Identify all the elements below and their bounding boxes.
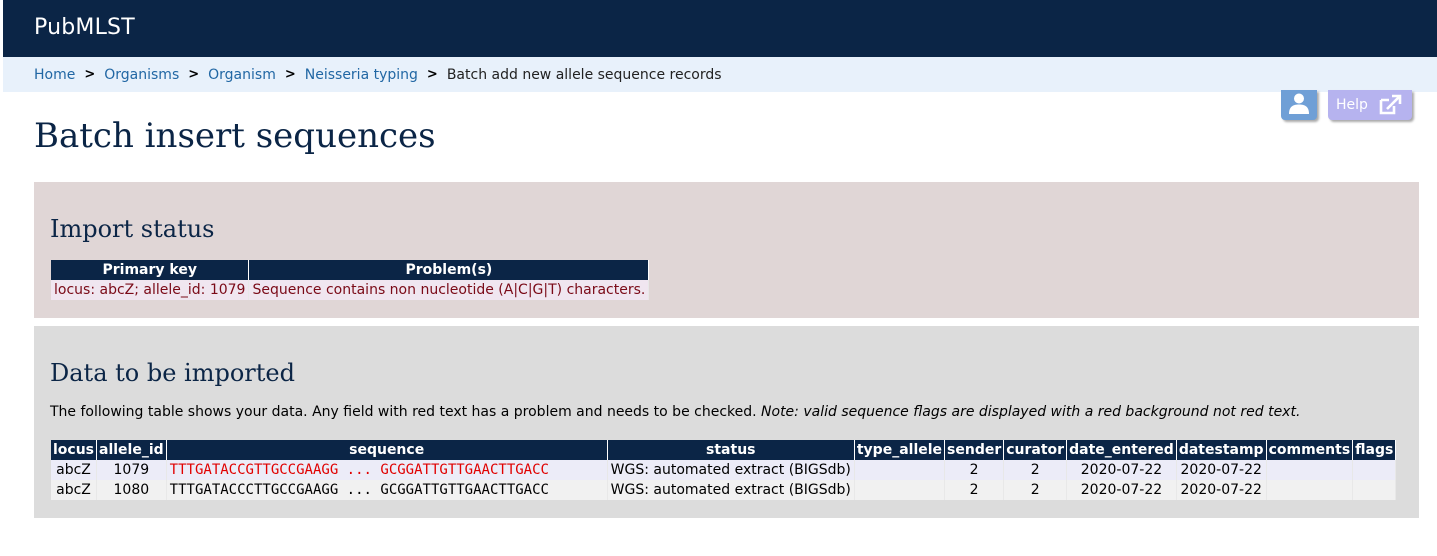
type-allele-cell [854, 460, 946, 480]
column-header-sender: sender [944, 440, 1005, 460]
allele-id-cell: 1079 [96, 460, 167, 480]
flags-cell [1352, 460, 1397, 480]
column-header-curator: curator [1003, 440, 1068, 460]
status-cell: WGS: automated extract (BIGSdb) [607, 480, 855, 500]
help-button[interactable]: Help [1328, 90, 1412, 120]
data-import-table: locus allele_id sequence status type_all… [51, 440, 1397, 500]
data-import-heading: Data to be imported [50, 359, 295, 387]
date-entered-cell: 2020-07-22 [1066, 460, 1177, 480]
page-title: Batch insert sequences [34, 116, 436, 156]
import-status-panel: Import status Primary key Problem(s) loc… [34, 182, 1419, 318]
curator-cell: 2 [1003, 460, 1068, 480]
problem-cell: Sequence contains non nucleotide (A|C|G|… [248, 280, 650, 300]
column-header-sequence: sequence [166, 440, 608, 460]
status-cell: WGS: automated extract (BIGSdb) [607, 460, 855, 480]
table-row: abcZ 1080 TTTGATACCCTTGCCGAAGG ... GCGGA… [51, 480, 1397, 500]
column-header-flags: flags [1352, 440, 1397, 460]
comments-cell [1266, 460, 1354, 480]
user-icon [1287, 91, 1311, 119]
breadcrumb-current: Batch add new allele sequence records [446, 66, 722, 83]
breadcrumb-organisms[interactable]: Organisms [104, 67, 179, 83]
allele-id-cell: 1080 [96, 480, 167, 500]
locus-cell: abcZ [51, 460, 98, 480]
breadcrumb-separator: > [284, 67, 296, 82]
column-header-datestamp: datestamp [1176, 440, 1267, 460]
column-header-comments: comments [1266, 440, 1354, 460]
curator-cell: 2 [1003, 480, 1068, 500]
date-entered-cell: 2020-07-22 [1066, 480, 1177, 500]
breadcrumb-separator: > [84, 67, 96, 82]
table-row: abcZ 1079 TTTGATACCGTTGCCGAAGG ... GCGGA… [51, 460, 1397, 480]
locus-cell: abcZ [51, 480, 98, 500]
datestamp-cell: 2020-07-22 [1176, 480, 1267, 500]
user-account-button[interactable] [1281, 90, 1317, 120]
external-link-icon [1378, 94, 1402, 116]
breadcrumb-home[interactable]: Home [34, 67, 75, 83]
column-header-type-allele: type_allele [854, 440, 946, 460]
comments-cell [1266, 480, 1354, 500]
sequence-cell: TTTGATACCCTTGCCGAAGG ... GCGGATTGTTGAACT… [166, 480, 608, 500]
breadcrumb-separator: > [188, 67, 200, 82]
sender-cell: 2 [944, 480, 1005, 500]
breadcrumb-separator: > [426, 67, 438, 82]
datestamp-cell: 2020-07-22 [1176, 460, 1267, 480]
column-header-date-entered: date_entered [1066, 440, 1177, 460]
top-navbar: PubMLST [3, 0, 1437, 57]
table-row: locus: abcZ; allele_id: 1079 Sequence co… [51, 280, 650, 300]
brand-title[interactable]: PubMLST [34, 15, 135, 40]
primary-key-cell: locus: abcZ; allele_id: 1079 [51, 280, 250, 300]
column-header-allele-id: allele_id [96, 440, 167, 460]
column-header-status: status [607, 440, 855, 460]
import-status-heading: Import status [50, 215, 215, 243]
sender-cell: 2 [944, 460, 1005, 480]
breadcrumb: Home > Organisms > Organism > Neisseria … [3, 57, 1437, 92]
type-allele-cell [854, 480, 946, 500]
help-label: Help [1336, 97, 1368, 113]
breadcrumb-neisseria-typing[interactable]: Neisseria typing [305, 67, 418, 83]
flags-cell [1352, 480, 1397, 500]
import-status-table: Primary key Problem(s) locus: abcZ; alle… [51, 260, 650, 300]
sequence-cell-error: TTTGATACCGTTGCCGAAGG ... GCGGATTGTTGAACT… [166, 460, 608, 480]
data-import-panel: Data to be imported The following table … [34, 326, 1419, 518]
intro-text: The following table shows your data. Any… [50, 404, 757, 420]
column-header-problems: Problem(s) [248, 260, 650, 280]
column-header-locus: locus [51, 440, 98, 460]
breadcrumb-organism[interactable]: Organism [208, 67, 276, 83]
intro-note: Note: valid sequence flags are displayed… [761, 404, 1301, 420]
column-header-primary-key: Primary key [51, 260, 250, 280]
data-import-intro: The following table shows your data. Any… [50, 404, 1300, 420]
